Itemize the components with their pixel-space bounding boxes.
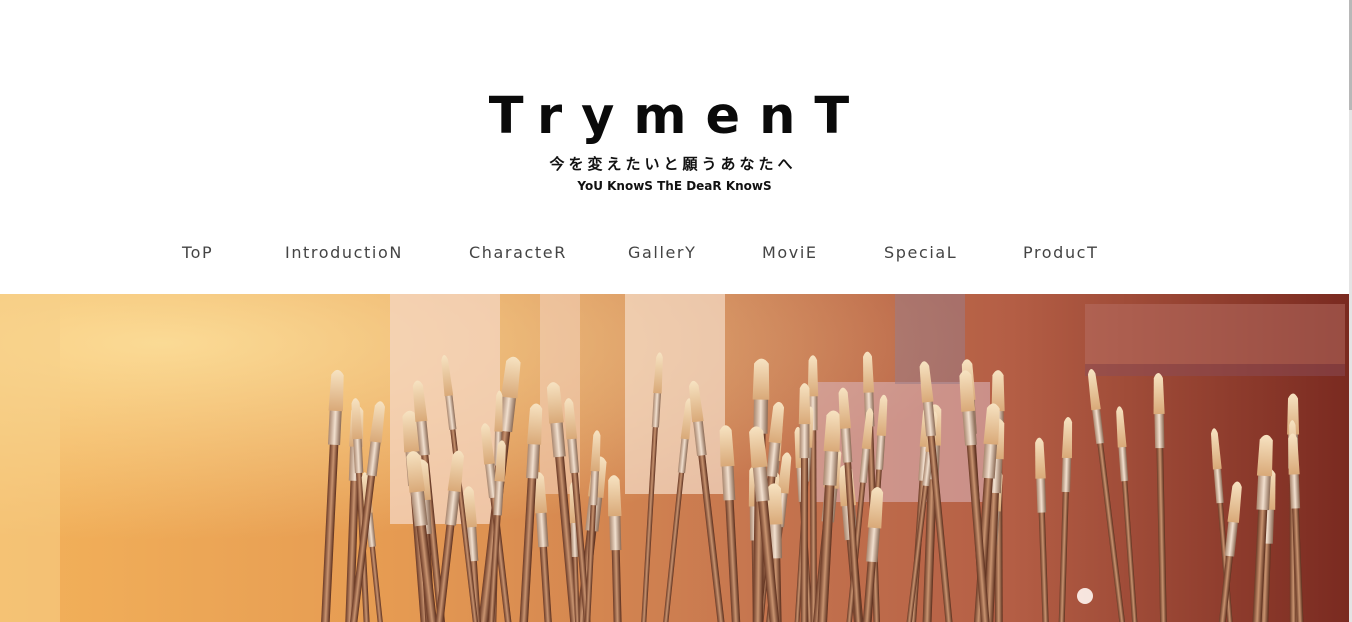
tagline-japanese: 今を変えたいと願うあなたへ bbox=[549, 155, 797, 173]
nav-item-top[interactable]: ToP bbox=[182, 240, 213, 266]
box bbox=[1085, 364, 1345, 376]
site-title[interactable]: TrymenT bbox=[0, 84, 1338, 150]
nav-item-character[interactable]: CharacteR bbox=[469, 240, 567, 266]
paper-roll bbox=[390, 294, 500, 524]
box bbox=[895, 294, 965, 384]
page: TrymenT 今を変えたいと願うあなたへ YoU KnowS ThE DeaR… bbox=[0, 0, 1352, 622]
nav-item-special[interactable]: SpeciaL bbox=[884, 240, 957, 266]
site-header: TrymenT 今を変えたいと願うあなたへ YoU KnowS ThE DeaR… bbox=[0, 0, 1349, 294]
tagline-english: YoU KnowS ThE DeaR KnowS bbox=[577, 179, 772, 193]
nav-item-introduction[interactable]: IntroductioN bbox=[285, 240, 403, 266]
easel-edge bbox=[0, 294, 60, 622]
box bbox=[1085, 304, 1345, 364]
paint-brushes-illustration bbox=[0, 294, 1349, 622]
main-nav: ToP IntroductioN CharacteR GallerY MoviE… bbox=[0, 240, 1349, 266]
nav-item-product[interactable]: ProducT bbox=[1023, 240, 1098, 266]
nav-item-movie[interactable]: MoviE bbox=[762, 240, 818, 266]
light-flare bbox=[1077, 588, 1093, 604]
nav-item-gallery[interactable]: GallerY bbox=[628, 240, 697, 266]
paper-roll bbox=[625, 294, 725, 494]
hero-image bbox=[0, 294, 1349, 622]
